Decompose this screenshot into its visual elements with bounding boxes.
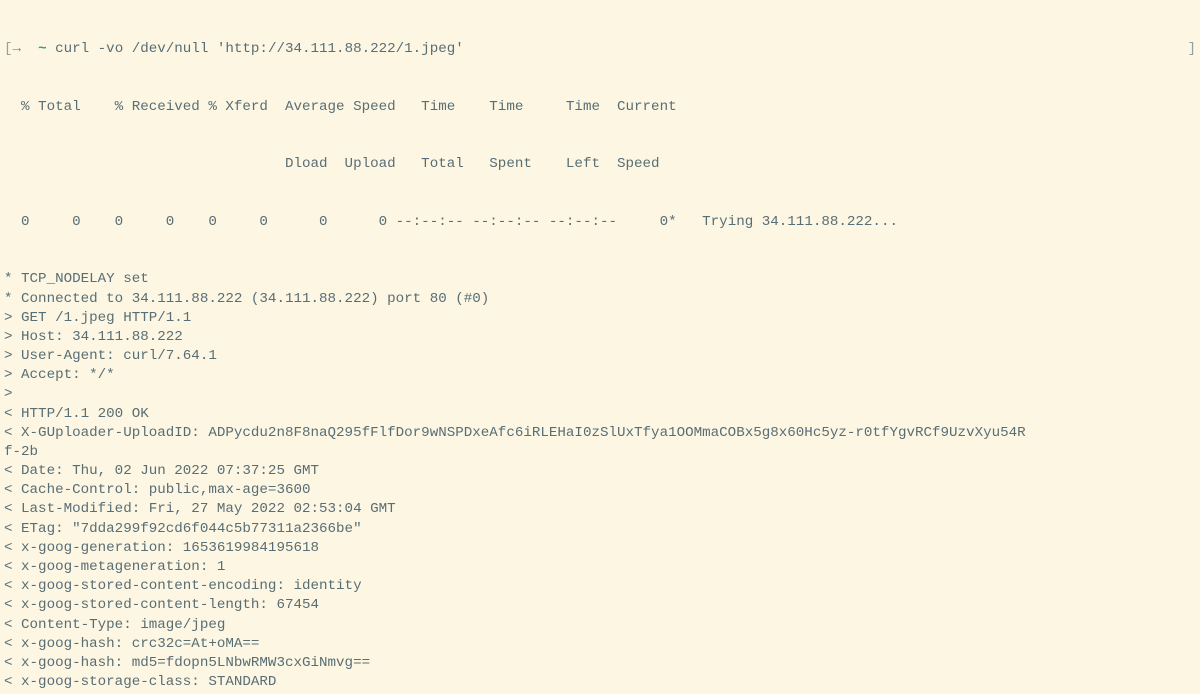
output-line: f-2b bbox=[4, 443, 1196, 462]
output-line: < Last-Modified: Fri, 27 May 2022 02:53:… bbox=[4, 500, 1196, 519]
output-line: > Accept: */* bbox=[4, 366, 1196, 385]
output-line: < ETag: "7dda299f92cd6f044c5b77311a2366b… bbox=[4, 520, 1196, 539]
trying-text: * Trying 34.111.88.222... bbox=[668, 214, 898, 230]
left-bracket: [ bbox=[4, 41, 13, 57]
output-line: > User-Agent: curl/7.64.1 bbox=[4, 347, 1196, 366]
output-line: < Content-Type: image/jpeg bbox=[4, 616, 1196, 635]
output-line: > bbox=[4, 385, 1196, 404]
output-line: < x-goog-metageneration: 1 bbox=[4, 558, 1196, 577]
curl-header-2: Dload Upload Total Spent Left Speed bbox=[4, 155, 1196, 174]
output-lines: * TCP_NODELAY set* Connected to 34.111.8… bbox=[4, 270, 1196, 694]
output-line: * Connected to 34.111.88.222 (34.111.88.… bbox=[4, 290, 1196, 309]
output-line: < x-goog-hash: crc32c=At+oMA== bbox=[4, 635, 1196, 654]
arrow-icon: → bbox=[13, 41, 22, 57]
output-line: < x-goog-storage-class: STANDARD bbox=[4, 673, 1196, 692]
tilde-icon: ~ bbox=[38, 41, 47, 57]
curl-header-1: % Total % Received % Xferd Average Speed… bbox=[4, 98, 1196, 117]
output-line: < HTTP/1.1 200 OK bbox=[4, 405, 1196, 424]
output-line: > GET /1.jpeg HTTP/1.1 bbox=[4, 309, 1196, 328]
zero-left: 0 0 0 0 0 0 0 0 --:--:-- --:--:-- --:--:… bbox=[4, 214, 668, 230]
output-line: < Cache-Control: public,max-age=3600 bbox=[4, 481, 1196, 500]
output-line: < x-goog-stored-content-encoding: identi… bbox=[4, 577, 1196, 596]
terminal[interactable]: [→ ~ curl -vo /dev/null 'http://34.111.8… bbox=[0, 0, 1200, 694]
output-line: < X-GUploader-UploadID: ADPycdu2n8F8naQ2… bbox=[4, 424, 1196, 443]
output-line: < x-goog-hash: md5=fdopn5LNbwRMW3cxGiNmv… bbox=[4, 654, 1196, 673]
output-line: < x-goog-stored-content-length: 67454 bbox=[4, 596, 1196, 615]
output-line: < Date: Thu, 02 Jun 2022 07:37:25 GMT bbox=[4, 462, 1196, 481]
output-line: > Host: 34.111.88.222 bbox=[4, 328, 1196, 347]
output-line: * TCP_NODELAY set bbox=[4, 270, 1196, 289]
command-text: curl -vo /dev/null 'http://34.111.88.222… bbox=[55, 41, 464, 57]
output-line: < x-goog-generation: 1653619984195618 bbox=[4, 539, 1196, 558]
right-bracket: ] bbox=[1187, 40, 1196, 59]
progress-zero-line: 0 0 0 0 0 0 0 0 --:--:-- --:--:-- --:--:… bbox=[4, 213, 1196, 232]
command-line: [→ ~ curl -vo /dev/null 'http://34.111.8… bbox=[4, 40, 1196, 59]
